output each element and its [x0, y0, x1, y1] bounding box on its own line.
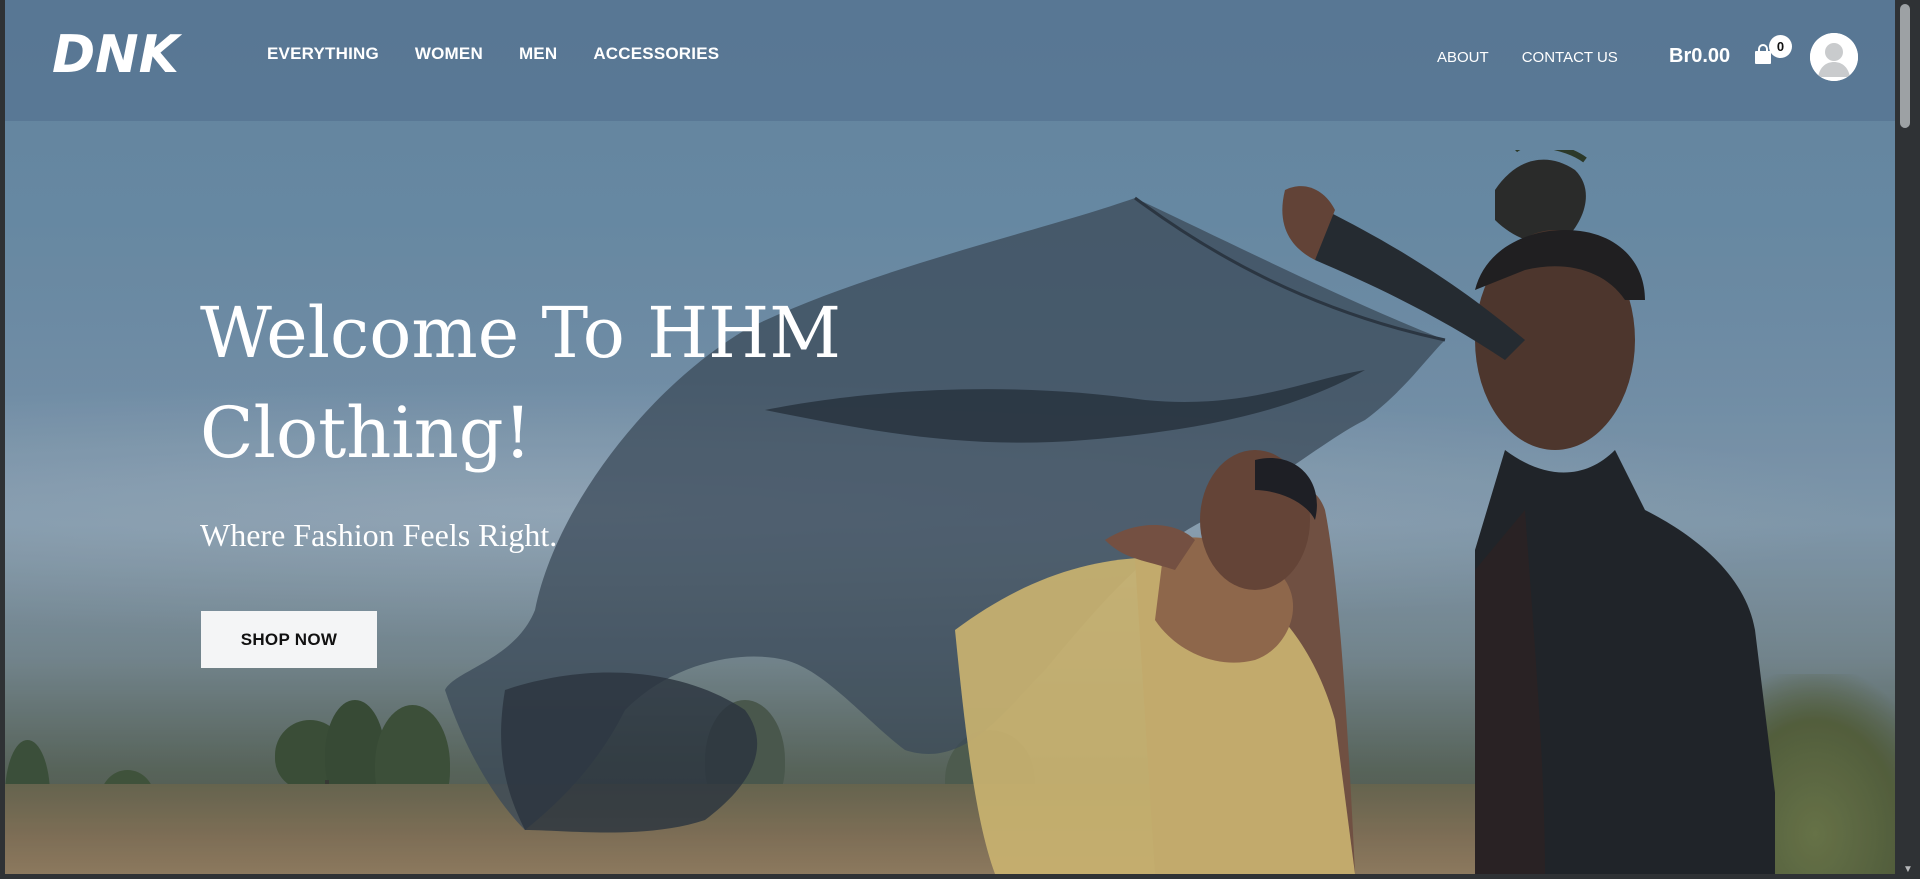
bottom-frame [0, 874, 1895, 879]
main-nav: EVERYTHING WOMEN MEN ACCESSORIES [267, 44, 719, 64]
nav-contact-us[interactable]: CONTACT US [1522, 49, 1618, 66]
site-header: DNK EVERYTHING WOMEN MEN ACCESSORIES ABO… [5, 0, 1895, 121]
shop-now-button[interactable]: SHOP NOW [201, 611, 377, 668]
hero-subtitle: Where Fashion Feels Right. [200, 517, 558, 553]
hero-title: Welcome To HHM Clothing! [200, 283, 920, 483]
brand-logo[interactable]: DNK [50, 26, 200, 88]
nav-everything[interactable]: EVERYTHING [267, 44, 379, 64]
cart-total[interactable]: Br0.00 [1669, 45, 1730, 68]
scrollbar-thumb[interactable] [1900, 4, 1910, 128]
secondary-nav: ABOUT CONTACT US [1437, 49, 1618, 66]
scrollbar-track[interactable] [1895, 0, 1920, 879]
hero-title-line-2: Clothing! [200, 392, 532, 474]
nav-about[interactable]: ABOUT [1437, 49, 1489, 66]
nav-accessories[interactable]: ACCESSORIES [593, 44, 719, 64]
hero-title-line-1: Welcome To HHM [200, 292, 841, 374]
cart-count-badge: 0 [1769, 35, 1792, 58]
user-avatar-icon[interactable] [1810, 33, 1858, 81]
scroll-down-arrow-icon[interactable]: ▼ [1903, 864, 1913, 875]
nav-men[interactable]: MEN [519, 44, 557, 64]
man-figure [1282, 150, 1775, 874]
nav-women[interactable]: WOMEN [415, 44, 483, 64]
avatar-silhouette [1810, 33, 1858, 81]
logo-text: DNK [52, 26, 183, 85]
